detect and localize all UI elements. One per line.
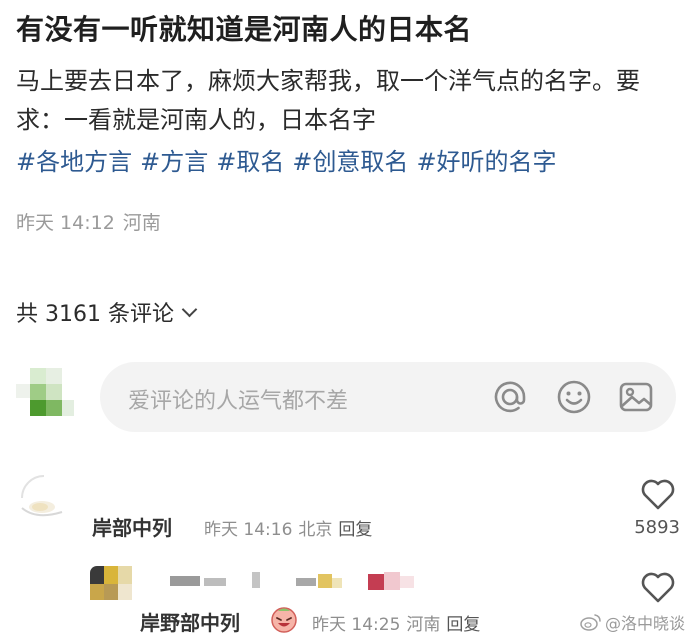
comment-time: 昨天 14:16 [204,520,293,540]
comment-count-label: 共 3161 条评论 [16,302,174,327]
commenter-name[interactable]: 岸野部中列 [140,607,240,636]
commenter-name[interactable]: 岸部中列 [92,512,172,541]
chevron-down-icon [181,301,198,317]
comment-text-censored [140,568,440,592]
laughing-emoji-icon [271,607,297,633]
tag-link[interactable]: #方言 [140,148,208,176]
post-body: 马上要去日本了，麻烦大家帮我，取一个洋气点的名字。要求：一看就是河南人的，日本名… [16,67,640,134]
post-time: 昨天 14:12 [16,212,115,234]
reply-button[interactable]: 回复 [338,520,372,540]
heart-icon[interactable] [640,570,676,604]
comment-input[interactable]: 爱评论的人运气都不差 [100,362,676,432]
post-location: 河南 [122,212,161,234]
like-count: 5893 [634,517,680,538]
smiley-icon[interactable] [556,379,592,415]
tag-link[interactable]: #各地方言 [16,148,132,176]
comment-location: 河南 [406,615,441,635]
post-meta: 昨天 14:12 河南 [16,208,169,235]
post-tags: #各地方言 #方言 #取名 #创意取名 #好听的名字 [16,142,565,177]
at-icon[interactable] [492,379,528,415]
reply-button[interactable]: 回复 [446,615,480,635]
image-icon[interactable] [618,379,654,415]
avatar[interactable] [18,474,70,518]
comment-time: 昨天 14:25 [312,615,401,635]
avatar[interactable] [90,562,134,602]
comment-location: 北京 [298,520,333,540]
weibo-icon [580,614,601,631]
comment-meta: 昨天 14:25 河南 回复 [312,610,486,635]
tag-link[interactable]: #好听的名字 [416,148,556,176]
tag-link[interactable]: #创意取名 [292,148,408,176]
post-title: 有没有一听就知道是河南人的日本名 [16,13,473,46]
comment-input-placeholder: 爱评论的人运气都不差 [128,389,349,414]
heart-icon[interactable] [640,477,676,511]
avatar [16,368,76,420]
tag-link[interactable]: #取名 [216,148,284,176]
comment-meta: 昨天 14:16 北京 回复 [204,515,378,540]
comment-sort-dropdown[interactable]: 共 3161 条评论 [16,296,198,328]
